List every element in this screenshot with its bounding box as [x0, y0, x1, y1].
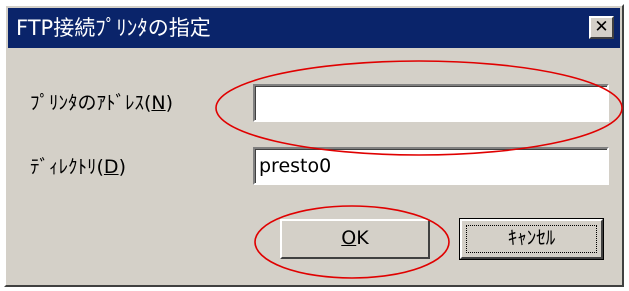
- close-icon: ✕: [594, 17, 609, 37]
- title-bar[interactable]: FTP接続ﾌﾟﾘﾝﾀの指定 ✕: [8, 8, 620, 48]
- directory-label: ﾃﾞｨﾚｸﾄﾘ(D): [30, 156, 126, 178]
- ftp-printer-dialog: FTP接続ﾌﾟﾘﾝﾀの指定 ✕ ﾌﾟﾘﾝﾀのｱﾄﾞﾚｽ(N) ﾃﾞｨﾚｸﾄﾘ(D…: [4, 4, 624, 287]
- directory-input[interactable]: [253, 147, 609, 185]
- printer-address-label: ﾌﾟﾘﾝﾀのｱﾄﾞﾚｽ(N): [30, 92, 174, 114]
- ok-button[interactable]: OK: [280, 219, 430, 259]
- printer-address-input[interactable]: [253, 84, 609, 122]
- cancel-button[interactable]: ｷｬﾝｾﾙ: [459, 218, 604, 260]
- close-button[interactable]: ✕: [589, 16, 614, 39]
- dialog-title: FTP接続ﾌﾟﾘﾝﾀの指定: [16, 16, 211, 40]
- focus-rectangle: [466, 225, 597, 253]
